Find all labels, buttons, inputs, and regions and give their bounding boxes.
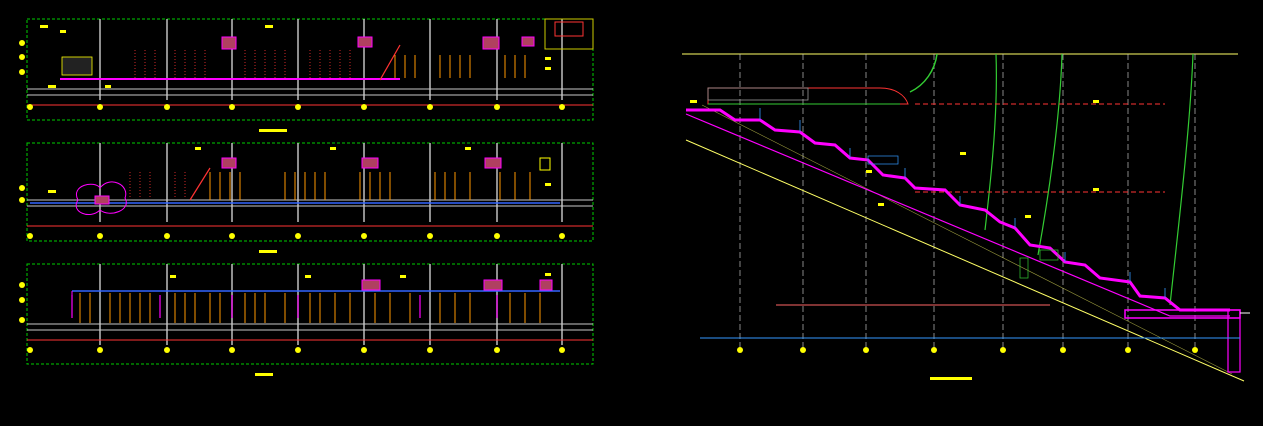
stair-section: [682, 53, 1250, 382]
cad-drawing-canvas: [19, 18, 1250, 382]
axis-bubble-icon: [737, 347, 1198, 353]
level-marker-icon: [19, 40, 25, 75]
elevation-sheet-3: [19, 263, 594, 376]
dimension-tag-icon: [690, 100, 1099, 218]
elevation-sheet-2: [19, 142, 594, 253]
elevation-sheet-1: [19, 18, 594, 132]
